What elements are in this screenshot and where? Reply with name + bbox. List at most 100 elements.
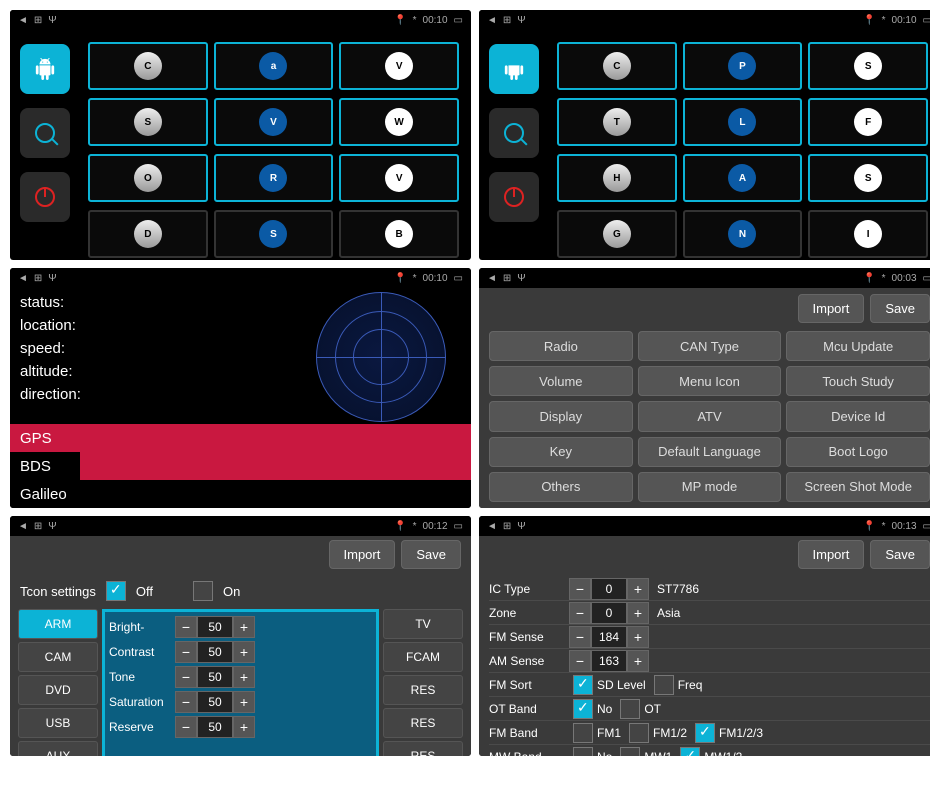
option-checkbox[interactable]	[620, 747, 640, 757]
option-checkbox[interactable]	[573, 675, 593, 695]
plus-button[interactable]: +	[233, 666, 255, 688]
app-tile[interactable]: F	[808, 98, 928, 146]
app-tile[interactable]: C	[88, 42, 208, 90]
import-button[interactable]: Import	[798, 294, 865, 323]
app-tile[interactable]: A	[683, 154, 803, 202]
windows-icon[interactable]: ⊞	[34, 521, 42, 532]
app-tile[interactable]: S	[808, 42, 928, 90]
source-tab[interactable]: DVD	[18, 675, 98, 705]
setting-button[interactable]: Device Id	[786, 401, 930, 431]
source-tab[interactable]: FCAM	[383, 642, 463, 672]
app-tile[interactable]: V	[339, 42, 459, 90]
windows-icon[interactable]: ⊞	[503, 521, 511, 532]
setting-button[interactable]: Others	[489, 472, 633, 502]
minus-button[interactable]: −	[569, 650, 591, 672]
source-tab[interactable]: USB	[18, 708, 98, 738]
app-tile[interactable]: P	[683, 42, 803, 90]
source-tab[interactable]: RES	[383, 741, 463, 756]
source-tab[interactable]: RES	[383, 708, 463, 738]
option-checkbox[interactable]	[654, 675, 674, 695]
option-checkbox[interactable]	[573, 699, 593, 719]
app-tile[interactable]: T	[557, 98, 677, 146]
app-tile[interactable]: B	[339, 210, 459, 258]
power-button[interactable]	[20, 172, 70, 222]
setting-button[interactable]: Radio	[489, 331, 633, 361]
power-button[interactable]	[489, 172, 539, 222]
android-button[interactable]	[20, 44, 70, 94]
setting-button[interactable]: Display	[489, 401, 633, 431]
app-tile[interactable]: V	[214, 98, 334, 146]
plus-button[interactable]: +	[627, 650, 649, 672]
windows-icon[interactable]: ⊞	[503, 273, 511, 284]
option-checkbox[interactable]	[573, 723, 593, 743]
setting-button[interactable]: Default Language	[638, 437, 782, 467]
save-button[interactable]: Save	[401, 540, 461, 569]
option-checkbox[interactable]	[620, 699, 640, 719]
option-checkbox[interactable]	[573, 747, 593, 757]
save-button[interactable]: Save	[870, 540, 930, 569]
plus-button[interactable]: +	[233, 641, 255, 663]
minus-button[interactable]: −	[175, 691, 197, 713]
app-tile[interactable]: C	[557, 42, 677, 90]
setting-button[interactable]: MP mode	[638, 472, 782, 502]
source-tab[interactable]: RES	[383, 675, 463, 705]
app-tile[interactable]: a	[214, 42, 334, 90]
app-tile[interactable]: S	[214, 210, 334, 258]
app-tile[interactable]: V	[339, 154, 459, 202]
android-button[interactable]	[489, 44, 539, 94]
save-button[interactable]: Save	[870, 294, 930, 323]
setting-button[interactable]: CAN Type	[638, 331, 782, 361]
back-icon[interactable]: ◄	[18, 15, 28, 26]
app-tile[interactable]: S	[808, 154, 928, 202]
source-tab[interactable]: AUX	[18, 741, 98, 756]
setting-button[interactable]: Boot Logo	[786, 437, 930, 467]
plus-button[interactable]: +	[627, 626, 649, 648]
import-button[interactable]: Import	[798, 540, 865, 569]
plus-button[interactable]: +	[233, 691, 255, 713]
app-tile[interactable]: S	[88, 98, 208, 146]
windows-icon[interactable]: ⊞	[34, 273, 42, 284]
app-tile[interactable]: O	[88, 154, 208, 202]
plus-button[interactable]: +	[233, 616, 255, 638]
search-button[interactable]	[20, 108, 70, 158]
search-button[interactable]	[489, 108, 539, 158]
windows-icon[interactable]: ⊞	[503, 15, 511, 26]
windows-icon[interactable]: ⊞	[34, 15, 42, 26]
setting-button[interactable]: Volume	[489, 366, 633, 396]
app-tile[interactable]: R	[214, 154, 334, 202]
option-checkbox[interactable]	[629, 723, 649, 743]
import-button[interactable]: Import	[329, 540, 396, 569]
setting-button[interactable]: Screen Shot Mode	[786, 472, 930, 502]
source-tab[interactable]: ARM	[18, 609, 98, 639]
minus-button[interactable]: −	[175, 641, 197, 663]
minus-button[interactable]: −	[569, 578, 591, 600]
minus-button[interactable]: −	[175, 716, 197, 738]
minus-button[interactable]: −	[569, 626, 591, 648]
option-checkbox[interactable]	[680, 747, 700, 757]
app-tile[interactable]: W	[339, 98, 459, 146]
option-checkbox[interactable]	[695, 723, 715, 743]
app-tile[interactable]: H	[557, 154, 677, 202]
app-tile[interactable]: L	[683, 98, 803, 146]
minus-button[interactable]: −	[175, 666, 197, 688]
back-icon[interactable]: ◄	[18, 273, 28, 284]
back-icon[interactable]: ◄	[487, 15, 497, 26]
source-tab[interactable]: CAM	[18, 642, 98, 672]
setting-button[interactable]: Key	[489, 437, 633, 467]
minus-button[interactable]: −	[175, 616, 197, 638]
on-checkbox[interactable]	[193, 581, 213, 601]
plus-button[interactable]: +	[627, 578, 649, 600]
app-tile[interactable]: N	[683, 210, 803, 258]
app-tile[interactable]: I	[808, 210, 928, 258]
app-tile[interactable]: G	[557, 210, 677, 258]
setting-button[interactable]: Mcu Update	[786, 331, 930, 361]
back-icon[interactable]: ◄	[18, 521, 28, 532]
app-tile[interactable]: D	[88, 210, 208, 258]
setting-button[interactable]: Touch Study	[786, 366, 930, 396]
back-icon[interactable]: ◄	[487, 521, 497, 532]
plus-button[interactable]: +	[627, 602, 649, 624]
setting-button[interactable]: ATV	[638, 401, 782, 431]
back-icon[interactable]: ◄	[487, 273, 497, 284]
setting-button[interactable]: Menu Icon	[638, 366, 782, 396]
plus-button[interactable]: +	[233, 716, 255, 738]
